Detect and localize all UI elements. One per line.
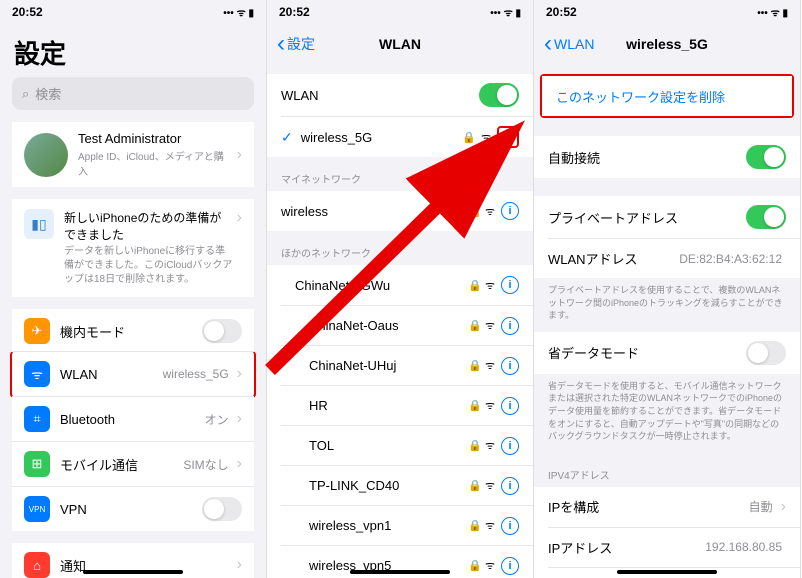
nav-title: WLAN xyxy=(379,36,421,52)
status-time: 20:52 xyxy=(546,5,577,19)
lock-icon: 🔒 xyxy=(462,131,476,144)
forget-network-button[interactable]: このネットワーク設定を削除 xyxy=(542,76,792,116)
wifi-signal-icon: ᯤ xyxy=(481,130,491,145)
vpn-row[interactable]: VPN VPN xyxy=(12,486,254,531)
connectivity-group: ✈ 機内モード ᯤ WLAN wireless_5G › ⌗ Bluetooth… xyxy=(12,309,254,531)
chevron-right-icon: › xyxy=(237,146,242,164)
network-row[interactable]: ChinaNet-Oaus🔒 ᯤi xyxy=(281,305,533,345)
info-icon[interactable]: i xyxy=(501,437,519,455)
network-row[interactable]: TP-LINK_CD40🔒 ᯤi xyxy=(281,465,533,505)
chevron-right-icon: › xyxy=(237,455,242,473)
connected-network-row[interactable]: ✓ wireless_5G 🔒 ᯤ i xyxy=(281,116,533,157)
wlan-row[interactable]: ᯤ WLAN wireless_5G › xyxy=(10,351,256,398)
user-name: Test Administrator xyxy=(78,131,233,146)
ip-config-row[interactable]: IPを構成 自動 › xyxy=(534,487,800,527)
wlan-toggle[interactable] xyxy=(479,83,519,107)
status-bar: 20:52 ••• ᯤ ▮ xyxy=(267,0,533,24)
info-icon[interactable]: i xyxy=(501,202,519,220)
status-time: 20:52 xyxy=(12,5,43,19)
info-icon[interactable]: i xyxy=(501,517,519,535)
search-placeholder: 検索 xyxy=(35,84,61,103)
ip-address-row: IPアドレス 192.168.80.85 xyxy=(548,527,800,567)
wifi-icon: ᯤ xyxy=(24,361,50,387)
private-address-toggle[interactable] xyxy=(746,205,786,229)
network-detail-screen: 20:52 ••• ᯤ ▮ WLAN wireless_5G このネットワーク設… xyxy=(534,0,801,578)
network-row[interactable]: ChinaNet-UHuj🔒 ᯤi xyxy=(281,345,533,385)
network-row[interactable]: wireless_vpn1🔒 ᯤi xyxy=(281,505,533,545)
chevron-right-icon: › xyxy=(237,410,242,428)
promo-title: 新しいiPhoneのための準備ができました xyxy=(64,209,233,243)
back-button[interactable]: 設定 xyxy=(277,34,315,54)
info-icon[interactable]: i xyxy=(497,126,519,148)
nav-title: wireless_5G xyxy=(626,36,708,52)
chevron-right-icon: › xyxy=(237,209,242,227)
nav-bar: WLAN wireless_5G xyxy=(534,24,800,64)
auto-join-row[interactable]: 自動接続 xyxy=(534,136,800,178)
status-time: 20:52 xyxy=(279,5,310,19)
status-icons: ••• ᯤ ▮ xyxy=(757,5,788,19)
bell-icon: ⌂ xyxy=(24,552,50,578)
low-data-row[interactable]: 省データモード xyxy=(534,332,800,374)
info-icon[interactable]: i xyxy=(501,357,519,375)
vpn-toggle[interactable] xyxy=(202,497,242,521)
settings-screen: 20:52 ••• ᯤ ▮ 設定 ⌕ 検索 Test Administrator… xyxy=(0,0,267,578)
bluetooth-icon: ⌗ xyxy=(24,406,50,432)
my-network-header: マイネットワーク xyxy=(267,157,533,191)
auto-join-toggle[interactable] xyxy=(746,145,786,169)
chevron-right-icon: › xyxy=(781,498,786,516)
status-icons: ••• ᯤ ▮ xyxy=(223,5,254,19)
home-indicator[interactable] xyxy=(617,570,717,574)
phone-icon: ▮▯ xyxy=(24,209,54,239)
check-icon: ✓ xyxy=(281,129,293,146)
airplane-toggle[interactable] xyxy=(202,319,242,343)
private-address-desc: プライベートアドレスを使用することで、複数のWLANネットワーク間のiPhone… xyxy=(534,278,800,332)
low-data-toggle[interactable] xyxy=(746,341,786,365)
promo-card[interactable]: ▮▯ 新しいiPhoneのための準備ができました データを新しいiPhoneに移… xyxy=(12,199,254,297)
wlan-screen: 20:52 ••• ᯤ ▮ 設定 WLAN WLAN ✓ wireless_5G… xyxy=(267,0,534,578)
network-row[interactable]: wireless 🔒 ᯤ i xyxy=(267,191,533,231)
airplane-icon: ✈ xyxy=(24,318,50,344)
antenna-icon: ⊞ xyxy=(24,451,50,477)
private-address-row[interactable]: プライベートアドレス xyxy=(534,196,800,238)
chevron-right-icon: › xyxy=(237,365,242,383)
info-icon[interactable]: i xyxy=(501,317,519,335)
ipv4-header: IPV4アドレス xyxy=(534,453,800,487)
status-bar: 20:52 ••• ᯤ ▮ xyxy=(0,0,266,24)
home-indicator[interactable] xyxy=(350,570,450,574)
chevron-right-icon: › xyxy=(237,556,242,574)
wlan-toggle-row[interactable]: WLAN xyxy=(267,74,533,116)
wlan-address-row: WLANアドレス DE:82:B4:A3:62:12 xyxy=(548,238,800,278)
vpn-icon: VPN xyxy=(24,496,50,522)
search-field[interactable]: ⌕ 検索 xyxy=(12,77,254,110)
info-icon[interactable]: i xyxy=(501,477,519,495)
bluetooth-row[interactable]: ⌗ Bluetooth オン › xyxy=(12,396,254,441)
network-row[interactable]: ChinaNet-6GWu🔒 ᯤi xyxy=(267,265,533,305)
home-indicator[interactable] xyxy=(83,570,183,574)
other-networks-header: ほかのネットワーク xyxy=(267,231,533,265)
low-data-desc: 省データモードを使用すると、モバイル通信ネットワークまたは選択された特定のWLA… xyxy=(534,374,800,453)
avatar xyxy=(24,133,68,177)
info-icon[interactable]: i xyxy=(501,276,519,294)
back-button[interactable]: WLAN xyxy=(544,36,594,52)
status-bar: 20:52 ••• ᯤ ▮ xyxy=(534,0,800,24)
info-icon[interactable]: i xyxy=(501,397,519,415)
network-row[interactable]: TOL🔒 ᯤi xyxy=(281,425,533,465)
other-networks-list: ChinaNet-6GWu🔒 ᯤiChinaNet-Oaus🔒 ᯤiChinaN… xyxy=(267,265,533,578)
status-icons: ••• ᯤ ▮ xyxy=(490,5,521,19)
mobile-row[interactable]: ⊞ モバイル通信 SIMなし › xyxy=(12,441,254,486)
airplane-row[interactable]: ✈ 機内モード xyxy=(12,309,254,353)
apple-id-card[interactable]: Test Administrator Apple ID、iCloud、メディアと… xyxy=(12,122,254,187)
info-icon[interactable]: i xyxy=(501,557,519,575)
search-icon: ⌕ xyxy=(22,86,29,102)
network-row[interactable]: HR🔒 ᯤi xyxy=(281,385,533,425)
promo-body: データを新しいiPhoneに移行する準備ができました。このiCloudバックアッ… xyxy=(64,245,233,287)
nav-bar: 設定 WLAN xyxy=(267,24,533,64)
user-sub: Apple ID、iCloud、メディアと購入 xyxy=(78,148,233,178)
page-title: 設定 xyxy=(0,24,266,77)
